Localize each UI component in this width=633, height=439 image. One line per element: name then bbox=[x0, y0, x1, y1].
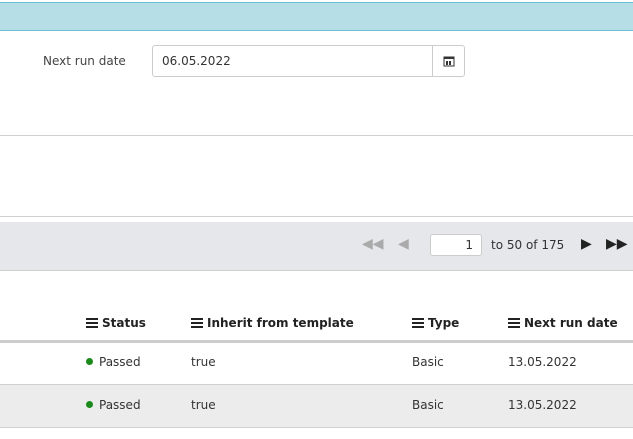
status-cell: Passed bbox=[86, 398, 141, 412]
menu-icon[interactable] bbox=[508, 318, 520, 328]
next-run-date-input[interactable]: 06.05.2022 bbox=[153, 46, 432, 76]
status-cell: Passed bbox=[86, 355, 141, 369]
column-header-type[interactable]: Type bbox=[412, 316, 459, 330]
status-dot-icon bbox=[86, 401, 93, 408]
type-cell: Basic bbox=[412, 398, 444, 412]
column-header-next-run[interactable]: Next run date bbox=[508, 316, 618, 330]
header-label: Type bbox=[428, 316, 460, 330]
calendar-icon[interactable] bbox=[432, 46, 464, 76]
prev-page-icon[interactable]: ◀ bbox=[398, 236, 409, 252]
status-text: Passed bbox=[99, 355, 141, 369]
next-run-cell: 13.05.2022 bbox=[508, 398, 577, 412]
column-header-status[interactable]: Status bbox=[86, 316, 146, 330]
first-page-icon[interactable]: ◀◀ bbox=[362, 236, 384, 252]
header-label: Next run date bbox=[524, 316, 618, 330]
status-dot-icon bbox=[86, 358, 93, 365]
type-cell: Basic bbox=[412, 355, 444, 369]
column-header-inherit[interactable]: Inherit from template bbox=[191, 316, 354, 330]
next-run-date-field[interactable]: 06.05.2022 bbox=[152, 45, 465, 77]
menu-icon[interactable] bbox=[86, 318, 98, 328]
page-range-text: to 50 of 175 bbox=[491, 238, 565, 252]
inherit-cell: true bbox=[191, 355, 216, 369]
menu-icon[interactable] bbox=[412, 318, 424, 328]
menu-icon[interactable] bbox=[191, 318, 203, 328]
table-row[interactable]: Passed true Basic 13.05.2022 bbox=[0, 342, 633, 385]
divider bbox=[0, 135, 633, 136]
inherit-cell: true bbox=[191, 398, 216, 412]
last-page-icon[interactable]: ▶▶ bbox=[606, 236, 628, 252]
header-label: Status bbox=[102, 316, 146, 330]
status-text: Passed bbox=[99, 398, 141, 412]
header-banner bbox=[0, 2, 633, 31]
table-row[interactable]: Passed true Basic 13.05.2022 bbox=[0, 385, 633, 428]
header-label: Inherit from template bbox=[207, 316, 354, 330]
next-page-icon[interactable]: ▶ bbox=[581, 236, 592, 252]
next-run-cell: 13.05.2022 bbox=[508, 355, 577, 369]
divider bbox=[0, 216, 633, 217]
page-number-input[interactable]: 1 bbox=[430, 234, 482, 256]
next-run-date-label: Next run date bbox=[43, 54, 126, 68]
